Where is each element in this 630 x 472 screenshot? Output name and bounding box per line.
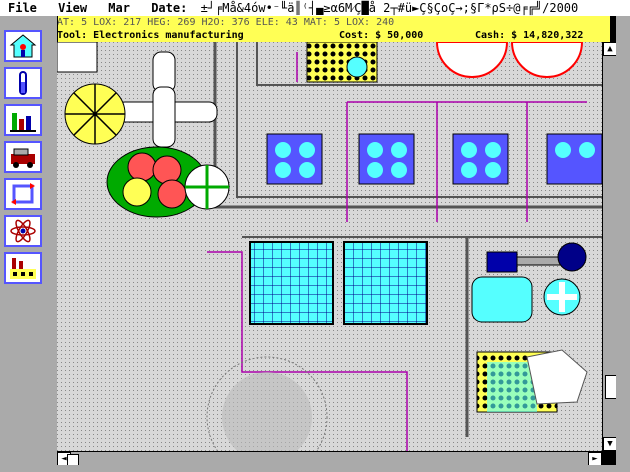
build-icon <box>9 34 37 58</box>
atom-icon <box>10 219 36 243</box>
scroll-right-icon[interactable]: ► <box>588 452 602 466</box>
date-label: Date: <box>151 1 188 15</box>
factory-tool-button[interactable] <box>4 252 42 284</box>
date-value: ±┘╒Må&4ów•⁻╙ä║⁽┤▄≥α6M⁄Ç█å 2┬#ü►Ç§ÇoÇ→;§Γ… <box>200 1 579 15</box>
tool-label: Tool: Electronics manufacturing <box>57 30 244 41</box>
vehicle-icon <box>11 148 35 168</box>
tool-status-bar: Tool: Electronics manufacturing Cost: $ … <box>57 30 610 42</box>
cost-label: Cost: $ 50,000 <box>339 30 424 41</box>
recycle-tool-button[interactable] <box>4 178 42 210</box>
vehicle-tool-button[interactable] <box>4 141 42 173</box>
bottom-frame <box>57 465 630 472</box>
factory-icon <box>10 258 36 279</box>
cash-label: Cash: $ 14,820,322 <box>475 30 584 41</box>
menu-mar[interactable]: Mar <box>108 0 130 16</box>
scroll-down-icon[interactable]: ▼ <box>603 437 617 451</box>
right-frame <box>616 16 630 472</box>
horizontal-scrollbar[interactable]: ◄ ► <box>57 451 602 466</box>
menu-bar: File View Mar Date: ±┘╒Må&4ów•⁻╙ä║⁽┤▄≥α6… <box>0 0 630 17</box>
resource-bar: AT: 5 LOX: 217 HEG: 269 H2O: 376 ELE: 43… <box>57 16 610 31</box>
vertical-scrollbar[interactable]: ▲ ▼ <box>602 42 617 451</box>
science-tool-button[interactable] <box>4 215 42 247</box>
test-tube-icon <box>19 71 27 95</box>
chart-icon <box>10 113 36 132</box>
colony-map-canvas[interactable] <box>57 42 602 451</box>
cycle-icon <box>11 183 35 205</box>
menu-view[interactable]: View <box>58 0 87 16</box>
tool-sidebar <box>0 16 48 472</box>
statistics-tool-button[interactable] <box>4 104 42 136</box>
research-tool-button[interactable] <box>4 67 42 99</box>
scroll-up-icon[interactable]: ▲ <box>603 42 617 56</box>
colony-map[interactable] <box>57 42 602 451</box>
build-tool-button[interactable] <box>4 30 42 62</box>
menu-file[interactable]: File <box>8 0 37 16</box>
